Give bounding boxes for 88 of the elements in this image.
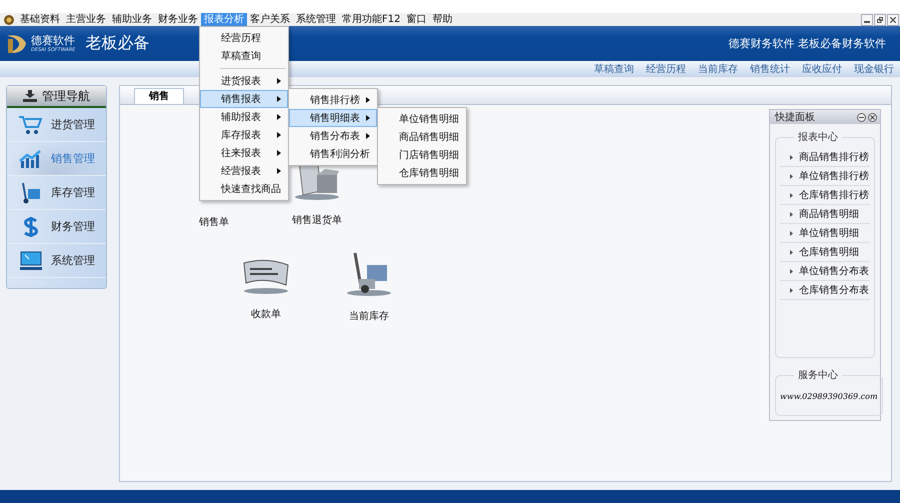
logo-icon [6, 32, 28, 54]
app-icon [4, 14, 14, 24]
menu-item[interactable]: 辅助报表 [200, 108, 288, 126]
caret-icon [277, 168, 281, 174]
shortcut-label[interactable]: 当前库存 [349, 309, 389, 323]
menu-item[interactable]: 往来报表 [200, 144, 288, 162]
hand-truck-icon [19, 182, 43, 204]
shortcut-label[interactable]: 销售单 [199, 215, 229, 229]
menu-item[interactable]: 财务业务 [155, 13, 201, 26]
menu-item[interactable]: 销售明细表 [289, 109, 377, 127]
bullet-icon [790, 230, 793, 236]
menu-item[interactable]: 单位销售明细 [378, 110, 466, 128]
download-icon [23, 90, 37, 102]
navigation-title: 管理导航 [42, 88, 90, 104]
service-url: www.02989390369.com [780, 391, 878, 403]
quick-link[interactable]: 销售统计 [750, 62, 790, 76]
menu-item[interactable]: 经营报表 [200, 162, 288, 180]
quick-link[interactable]: 经营历程 [646, 62, 686, 76]
caret-icon [366, 133, 370, 139]
bullet-icon [790, 154, 793, 160]
caret-icon [366, 115, 370, 121]
menu-item[interactable]: 主营业务 [63, 13, 109, 26]
menu-item[interactable]: 销售分布表 [289, 127, 377, 145]
minimize-button[interactable] [861, 14, 873, 26]
navigation-item[interactable]: 系统管理 [7, 244, 106, 278]
panel-controls-icon[interactable] [857, 112, 877, 122]
caret-icon [277, 96, 281, 102]
caret-icon [277, 150, 281, 156]
menu-item[interactable]: 系统管理 [293, 13, 339, 26]
monitor-icon [19, 250, 43, 270]
report-link[interactable]: 仓库销售分布表 [780, 281, 870, 300]
menu-item[interactable]: 仓库销售明细 [378, 164, 466, 182]
menu-item[interactable]: 窗口 [403, 13, 430, 26]
report-link[interactable]: 单位销售明细 [780, 224, 870, 243]
banner-slogan: 德赛财务软件 老板必备财务软件 [728, 36, 886, 51]
cart-icon [19, 114, 43, 134]
logo-slogan: 老板必备 [85, 33, 150, 54]
menu-item[interactable]: 门店销售明细 [378, 146, 466, 164]
close-button[interactable] [887, 14, 899, 26]
bullet-icon [790, 288, 793, 292]
restore-icon [877, 16, 883, 22]
report-link[interactable]: 单位销售分布表 [780, 262, 870, 281]
report-link[interactable]: 单位销售排行榜 [780, 167, 870, 186]
group-title: 报表中心 [797, 130, 839, 144]
shortcut-label[interactable]: 销售退货单 [292, 213, 342, 227]
caret-icon [277, 132, 281, 138]
menu-item[interactable]: 基础资料 [17, 13, 63, 26]
quick-link[interactable]: 现金银行 [854, 62, 894, 76]
logo-name: 德赛软件 [31, 34, 76, 46]
bullet-icon [790, 212, 793, 216]
group-title: 服务中心 [797, 368, 839, 382]
navigation-item[interactable]: 进货管理 [7, 108, 106, 142]
report-link[interactable]: 仓库销售排行榜 [780, 186, 870, 205]
menu-item[interactable]: 辅助业务 [109, 13, 155, 26]
menu-item[interactable]: 销售排行榜 [289, 91, 377, 109]
menu-item[interactable]: 客户关系 [247, 13, 293, 26]
caret-icon [277, 114, 281, 120]
close-icon [890, 16, 896, 22]
tab[interactable]: 销售 [134, 88, 184, 104]
bullet-icon [790, 268, 793, 274]
quick-link[interactable]: 应收应付 [802, 62, 842, 76]
menu-item[interactable]: 销售利润分析 [289, 145, 377, 163]
menu-item[interactable]: 进货报表 [200, 72, 288, 90]
bullet-icon [790, 192, 793, 198]
menu-item[interactable]: 快速查找商品 [200, 180, 288, 198]
menu-item[interactable]: 常用功能F12 [339, 13, 404, 26]
menu-item[interactable]: 草稿查询 [200, 47, 288, 65]
restore-button[interactable] [874, 14, 886, 26]
menu-item[interactable]: 帮助 [429, 13, 456, 26]
caret-icon [366, 97, 370, 103]
bullet-icon [790, 174, 793, 178]
navigation-item[interactable]: 库存管理 [7, 176, 106, 210]
menu-item[interactable]: 库存报表 [200, 126, 288, 144]
quick-link[interactable]: 当前库存 [698, 62, 738, 76]
navigation-item[interactable]: 财务管理 [7, 210, 106, 244]
quick-link[interactable]: 草稿查询 [594, 62, 634, 76]
report-link[interactable]: 商品销售明细 [780, 205, 870, 224]
menu-item[interactable]: 商品销售明细 [378, 128, 466, 146]
menu-item[interactable]: 销售报表 [200, 90, 288, 108]
menu-item[interactable]: 经营历程 [200, 29, 288, 47]
shortcut-label[interactable]: 收款单 [251, 307, 281, 321]
report-link[interactable]: 仓库销售明细 [780, 243, 870, 262]
chart-icon [19, 148, 43, 168]
panel-title: 快捷面板 [775, 110, 815, 124]
hand-truck-icon [345, 251, 393, 297]
report-link[interactable]: 商品销售排行榜 [780, 148, 870, 167]
bullet-icon [790, 250, 793, 254]
caret-icon [277, 78, 281, 84]
